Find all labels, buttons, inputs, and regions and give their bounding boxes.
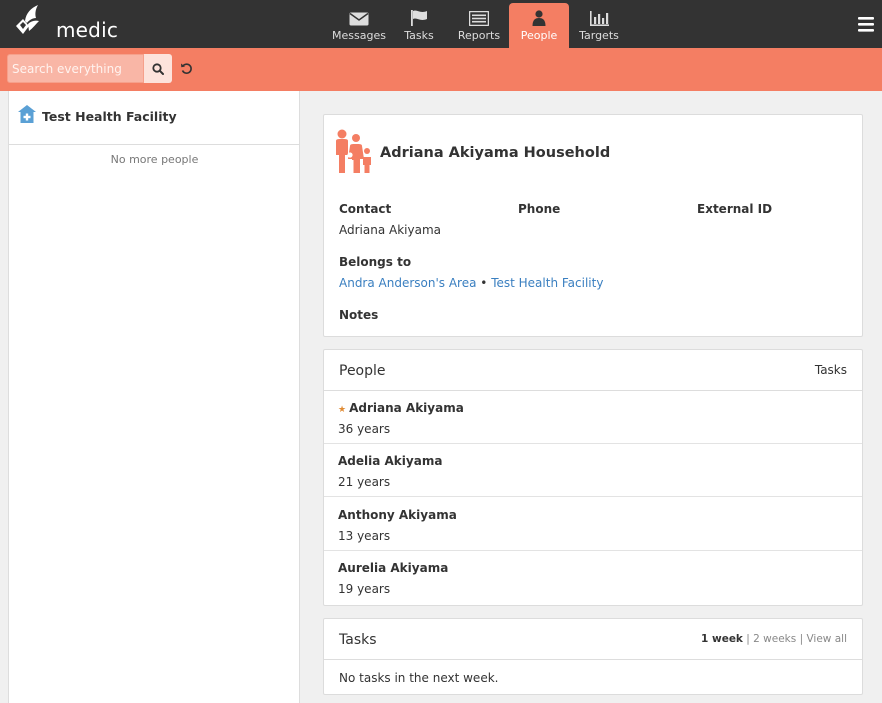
filter-view-all[interactable]: View all [806,633,847,645]
tasks-card: Tasks 1 week | 2 weeks | View all No tas… [323,618,863,695]
tab-label: People [520,29,558,42]
contact-label: Contact [339,202,392,216]
people-card-header: People Tasks [324,350,862,391]
tab-label: Reports [457,29,501,42]
facility-name: Test Health Facility [42,109,177,124]
medic-bird-icon [16,5,39,34]
phone-label: Phone [518,202,561,216]
no-more-people-text: No more people [110,153,199,166]
person-name: Anthony Akiyama [338,508,457,522]
tab-label: Messages [332,29,386,42]
tab-tasks[interactable]: Tasks [389,0,449,48]
search-button[interactable] [144,54,172,83]
person-name: ★ Adriana Akiyama [338,401,464,415]
list-icon [469,11,489,26]
medic-logo[interactable]: medic [14,4,118,44]
filter-separator: | [746,633,750,645]
belongs-to-label: Belongs to [339,255,412,269]
tasks-column-label: Tasks [814,363,847,377]
top-navigation-bar: medic Messages Tasks Reports People Targ… [0,0,882,48]
notes-label: Notes [339,308,379,322]
table-row[interactable]: Anthony Akiyama 13 years [324,498,862,551]
tasks-filter: 1 week | 2 weeks | View all [701,633,847,645]
person-age: 13 years [338,529,391,543]
area-link[interactable]: Andra Anderson's Area [339,276,476,290]
tab-people[interactable]: People [509,3,569,48]
table-row[interactable]: Aurelia Akiyama 19 years [324,551,862,604]
tasks-card-title: Tasks [339,632,377,648]
tab-label: Tasks [404,29,434,42]
household-icon [336,129,371,173]
tab-messages[interactable]: Messages [329,0,389,48]
search-bar [0,48,882,91]
belongs-to-value: Andra Anderson's Area • Test Health Faci… [339,276,603,290]
person-age: 36 years [338,422,391,436]
filter-1-week[interactable]: 1 week [701,633,743,645]
household-title: Adriana Akiyama Household [380,145,611,161]
separator: • [480,276,488,290]
contacts-list-panel: Test Health Facility No more people [8,91,300,703]
facility-link[interactable]: Test Health Facility [491,276,603,290]
people-card-title: People [339,363,386,379]
person-name: Aurelia Akiyama [338,561,449,575]
reset-icon[interactable] [180,62,193,75]
hamburger-menu-icon[interactable] [858,17,874,32]
tab-label: Targets [579,29,619,42]
table-row[interactable]: ★ Adriana Akiyama 36 years [324,391,862,444]
primary-contact-star-icon: ★ [338,405,347,415]
person-age: 19 years [338,582,391,596]
bar-chart-icon [590,11,609,26]
filter-separator: | [799,633,804,645]
contact-value: Adriana Akiyama [339,223,441,237]
envelope-icon [349,12,369,26]
search-icon [152,62,164,75]
tasks-card-header: Tasks 1 week | 2 weeks | View all [324,619,862,660]
person-name: Adelia Akiyama [338,454,443,468]
person-age: 21 years [338,475,391,489]
no-tasks-message: No tasks in the next week. [339,671,499,685]
flag-icon [411,10,427,26]
tab-reports[interactable]: Reports [449,0,509,48]
tab-targets[interactable]: Targets [569,0,629,48]
list-item[interactable]: Test Health Facility [9,91,300,145]
household-summary-card: Adriana Akiyama Household Contact Adrian… [323,114,863,337]
main-tabs: Messages Tasks Reports People Targets [329,0,629,48]
external-id-label: External ID [697,202,773,216]
health-facility-icon [18,105,36,123]
table-row[interactable]: Adelia Akiyama 21 years [324,444,862,497]
filter-2-weeks[interactable]: 2 weeks [753,633,796,645]
app-name: medic [56,18,119,42]
people-card: People Tasks ★ Adriana Akiyama 36 years A… [323,349,863,606]
person-icon [532,10,546,26]
person-name-text: Adriana Akiyama [349,401,464,415]
search-input[interactable] [7,54,144,83]
